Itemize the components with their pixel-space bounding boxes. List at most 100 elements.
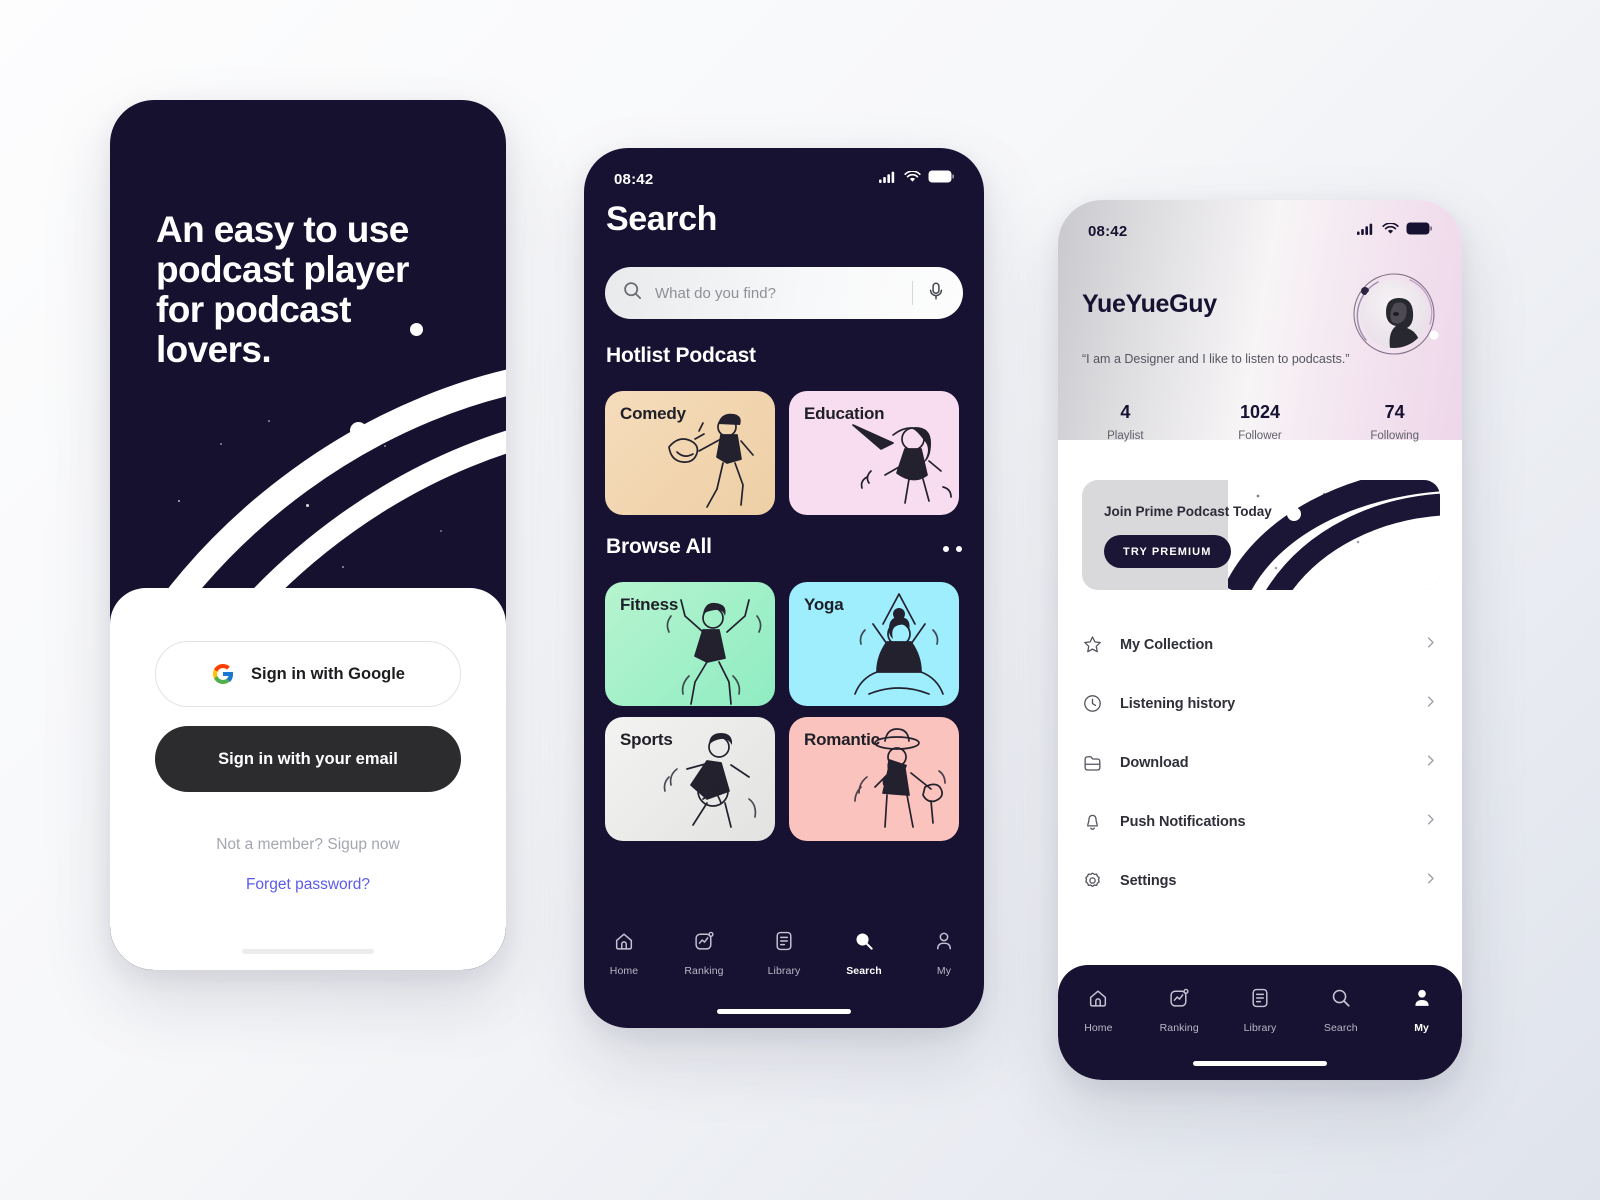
menu-item-download[interactable]: Download: [1058, 733, 1462, 792]
search-icon: [623, 281, 642, 305]
menu-label: My Collection: [1120, 636, 1213, 653]
category-card-romantic[interactable]: Romantic: [789, 717, 959, 841]
yoga-illustration: [854, 593, 944, 695]
search-icon: [1330, 987, 1352, 1014]
google-signin-label: Sign in with Google: [251, 664, 405, 683]
education-illustration: [852, 424, 952, 504]
nav-label: My: [936, 965, 952, 977]
bottom-navigation: Home Ranking Library Search My: [584, 908, 984, 1028]
home-indicator: [242, 949, 374, 954]
phone-search: 08:42 Search What do you find? Hotlist P…: [584, 148, 984, 1028]
star-dot: [306, 504, 309, 507]
folder-icon: [1082, 752, 1120, 773]
profile-menu: My Collection Listening history Download: [1058, 615, 1462, 910]
star-dot: [384, 445, 386, 447]
forgot-password-link[interactable]: Forget password?: [110, 876, 506, 894]
library-icon: [773, 930, 795, 957]
chevron-right-icon: [1423, 812, 1438, 832]
page-title: An easy to use podcast player for podcas…: [156, 209, 409, 370]
chevron-right-icon: [1423, 694, 1438, 714]
search-icon: [853, 930, 875, 957]
search-input[interactable]: What do you find?: [605, 267, 963, 319]
ranking-icon: [1168, 987, 1190, 1014]
google-icon: [211, 662, 235, 686]
status-time: 08:42: [1088, 222, 1128, 240]
nav-item-ranking[interactable]: Ranking: [1139, 987, 1220, 1034]
stat-label: Following: [1370, 430, 1419, 442]
chevron-right-icon: [1423, 753, 1438, 773]
menu-item-my-collection[interactable]: My Collection: [1058, 615, 1462, 674]
bell-icon: [1082, 811, 1120, 832]
email-signin-label: Sign in with your email: [218, 749, 398, 768]
stat-label: Follower: [1238, 430, 1282, 442]
nav-item-my[interactable]: My: [1381, 987, 1462, 1034]
chevron-right-icon: [1423, 871, 1438, 891]
nav-item-library[interactable]: Library: [744, 930, 824, 977]
home-icon: [613, 930, 635, 957]
nav-label: Ranking: [684, 965, 724, 977]
cellular-signal-icon: [879, 170, 897, 188]
phone-onboarding: An easy to use podcast player for podcas…: [110, 100, 506, 970]
nav-item-ranking[interactable]: Ranking: [664, 930, 744, 977]
category-card-sports[interactable]: Sports: [605, 717, 775, 841]
status-time: 08:42: [614, 170, 654, 188]
category-card-yoga[interactable]: Yoga: [789, 582, 959, 706]
planet-small: [350, 422, 367, 439]
nav-item-home[interactable]: Home: [584, 930, 664, 977]
nav-label: Search: [1323, 1022, 1358, 1034]
person-icon: [1411, 987, 1433, 1014]
nav-item-search[interactable]: Search: [824, 930, 904, 977]
category-card-comedy[interactable]: Comedy: [605, 391, 775, 515]
nav-item-library[interactable]: Library: [1220, 987, 1301, 1034]
banner-rings-illustration: [1228, 480, 1440, 590]
chevron-right-icon: [1423, 635, 1438, 655]
try-premium-label: TRY PREMIUM: [1123, 545, 1212, 558]
divider: [912, 281, 913, 305]
battery-icon: [1406, 222, 1432, 240]
fitness-illustration: [666, 599, 762, 705]
stat-number: 4: [1120, 402, 1131, 422]
menu-label: Listening history: [1120, 695, 1236, 712]
nav-label: Search: [846, 965, 882, 977]
avatar-photo: [1360, 280, 1428, 348]
category-card-education[interactable]: Education: [789, 391, 959, 515]
nav-item-my[interactable]: My: [904, 930, 984, 977]
library-icon: [1249, 987, 1271, 1014]
wifi-icon: [1382, 222, 1399, 240]
star-dot: [178, 500, 180, 502]
nav-label: Home: [609, 965, 639, 977]
menu-item-push-notifications[interactable]: Push Notifications: [1058, 792, 1462, 851]
stat-follower[interactable]: 1024 Follower: [1193, 402, 1328, 442]
stat-number: 74: [1384, 402, 1405, 422]
menu-item-settings[interactable]: Settings: [1058, 851, 1462, 910]
profile-stats: 4 Playlist 1024 Follower 74 Following: [1058, 402, 1462, 442]
username: YueYueGuy: [1082, 290, 1217, 318]
menu-label: Push Notifications: [1120, 813, 1246, 830]
email-signin-button[interactable]: Sign in with your email: [155, 726, 461, 792]
menu-item-listening-history[interactable]: Listening history: [1058, 674, 1462, 733]
nav-label: Library: [767, 965, 801, 977]
cellular-signal-icon: [1357, 222, 1375, 240]
stat-following[interactable]: 74 Following: [1327, 402, 1462, 442]
status-bar: 08:42: [584, 148, 984, 194]
signup-link[interactable]: Not a member? Sigup now: [110, 836, 506, 854]
category-card-fitness[interactable]: Fitness: [605, 582, 775, 706]
star-dot: [268, 420, 270, 422]
stat-playlist[interactable]: 4 Playlist: [1058, 402, 1193, 442]
try-premium-button[interactable]: TRY PREMIUM: [1104, 535, 1231, 568]
section-title-browse: Browse All: [606, 535, 712, 558]
microphone-icon[interactable]: [927, 281, 945, 306]
ranking-icon: [693, 930, 715, 957]
nav-item-search[interactable]: Search: [1300, 987, 1381, 1034]
premium-banner[interactable]: Join Prime Podcast Today TRY PREMIUM: [1082, 480, 1440, 590]
avatar[interactable]: [1348, 268, 1440, 360]
nav-item-home[interactable]: Home: [1058, 987, 1139, 1034]
more-dots-indicator[interactable]: [943, 546, 962, 552]
home-indicator: [1193, 1061, 1327, 1066]
phone-profile: 08:42 YueYueGuy “I am a Designer and I l…: [1058, 200, 1462, 1080]
bottom-navigation: Home Ranking Library Search My: [1058, 965, 1462, 1080]
nav-label: Library: [1243, 1022, 1277, 1034]
google-signin-button[interactable]: Sign in with Google: [155, 641, 461, 707]
search-placeholder: What do you find?: [655, 284, 776, 302]
nav-label: My: [1414, 1022, 1429, 1034]
